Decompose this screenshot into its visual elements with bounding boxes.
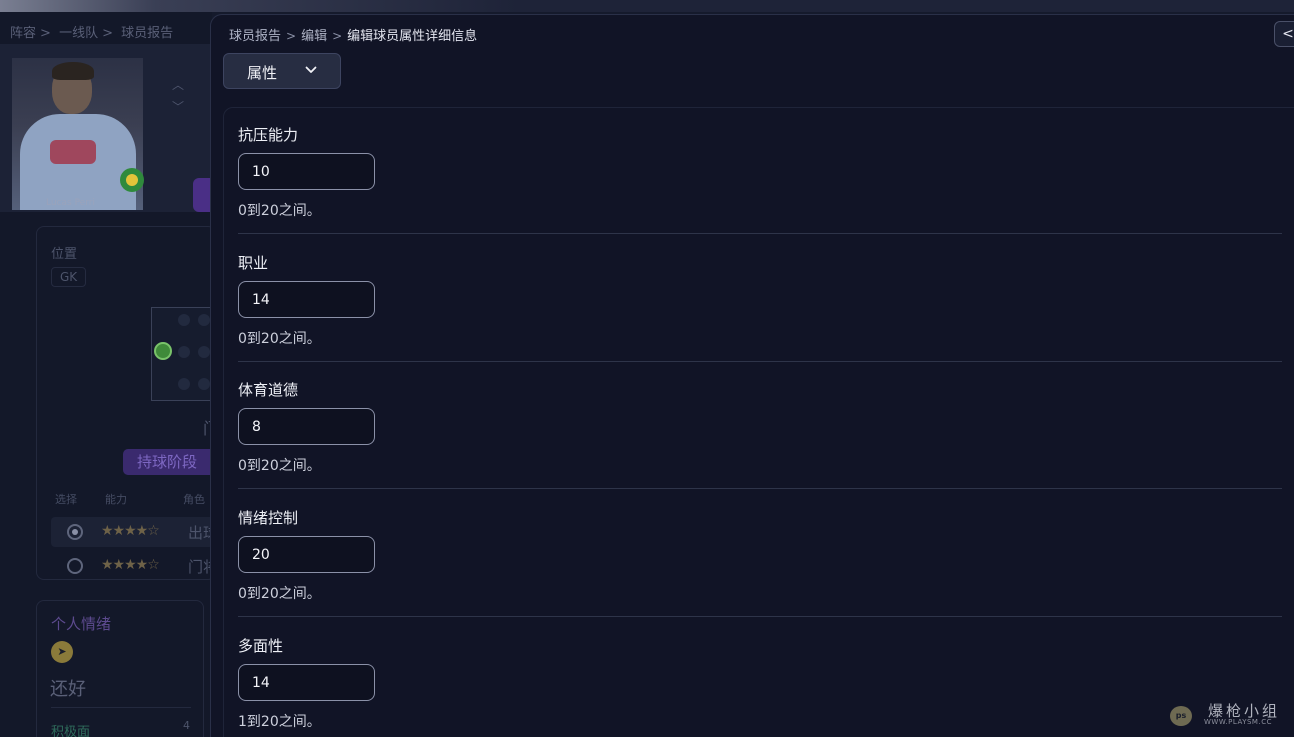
mood-positive-label: 积极面 — [51, 725, 91, 737]
field-label: 职业 — [238, 254, 269, 272]
chevron-down-icon — [305, 66, 317, 73]
collapse-panel-button[interactable]: < — [1274, 21, 1294, 47]
mood-title: 个人情绪 — [51, 615, 112, 633]
role-row[interactable]: ★★★★☆ 门将 — [51, 551, 212, 581]
crumb-player-report[interactable]: 球员报告 — [229, 29, 281, 44]
star-rating: ★★★★☆ — [101, 523, 160, 539]
background-breadcrumb: 阵容 > 一线队 > 球员报告 — [10, 26, 174, 41]
watermark-logo-icon: ps — [1170, 706, 1192, 726]
crumb-edit[interactable]: 编辑 — [301, 29, 327, 44]
role-row[interactable]: ★★★★☆ 出球 — [51, 517, 212, 547]
background-page: 阵容 > 一线队 > 球员报告 Lucas Perri ︿ ﹀ 位置 GK 门 … — [0, 12, 212, 737]
player-name: Lucas Perri — [46, 198, 95, 208]
nationality-flag-icon — [120, 168, 144, 192]
dropdown-label: 属性 — [247, 64, 278, 82]
field-label: 抗压能力 — [238, 126, 299, 144]
divider — [238, 233, 1282, 234]
star-rating: ★★★★☆ — [101, 557, 160, 573]
field-label: 情绪控制 — [238, 509, 299, 527]
phase-tab[interactable]: 持球阶段 — [123, 449, 212, 475]
bg-crumb-squad[interactable]: 阵容 — [10, 26, 36, 41]
divider — [238, 488, 1282, 489]
role-label: 门将 — [188, 558, 212, 576]
player-card: Lucas Perri ︿ ﹀ — [0, 44, 212, 212]
radio-selected-icon[interactable] — [67, 524, 83, 540]
field-hint: 0到20之间。 — [238, 331, 321, 347]
col-role: 角色 — [183, 493, 205, 506]
pressure-input[interactable] — [238, 153, 375, 190]
field-hint: 1到20之间。 — [238, 714, 321, 730]
attribute-category-dropdown[interactable]: 属性 — [223, 53, 341, 89]
attribute-field: 多面性 1到20之间。 — [238, 635, 1284, 737]
field-hint: 0到20之间。 — [238, 586, 321, 602]
watermark-url: WWW.PLAYSM.CC — [1204, 718, 1272, 726]
goalkeeper-position-dot — [154, 342, 172, 360]
field-hint: 0到20之间。 — [238, 203, 321, 219]
attribute-field: 职业 0到20之间。 — [238, 252, 1284, 380]
sportsmanship-input[interactable] — [238, 408, 375, 445]
field-label: 多面性 — [238, 637, 284, 655]
attribute-field: 抗压能力 0到20之间。 — [238, 124, 1284, 252]
col-select: 选择 — [55, 493, 77, 506]
col-ability: 能力 — [105, 493, 127, 506]
bg-crumb-player-report[interactable]: 球员报告 — [121, 26, 173, 41]
attributes-form: 抗压能力 0到20之间。 职业 0到20之间。 体育道德 0到20之间。 情绪控… — [223, 107, 1294, 737]
chevron-right-icon: > — [332, 29, 343, 43]
field-hint: 0到20之间。 — [238, 458, 321, 474]
mood-arrow-icon: ➤ — [51, 641, 73, 663]
divider — [238, 361, 1282, 362]
role-table-header: 选择 能力 角色 — [55, 491, 205, 507]
position-badge: GK — [51, 267, 87, 287]
chevron-right-icon: > — [286, 29, 297, 43]
field-label: 体育道德 — [238, 381, 299, 399]
mood-panel: 个人情绪 ➤ 还好 积极面 4 — [36, 600, 204, 737]
crumb-edit-attributes: 编辑球员属性详细信息 — [347, 29, 478, 44]
attribute-field: 体育道德 0到20之间。 — [238, 379, 1284, 507]
bg-crumb-first-team[interactable]: 一线队 — [59, 26, 98, 41]
radio-unselected-icon[interactable] — [67, 558, 83, 574]
player-nav-arrows[interactable]: ︿ ﹀ — [172, 74, 184, 118]
role-label: 出球 — [188, 524, 212, 542]
chevron-down-icon[interactable]: ﹀ — [172, 96, 184, 118]
versatility-input[interactable] — [238, 664, 375, 701]
window-top-strip — [0, 0, 1294, 12]
temperament-input[interactable] — [238, 536, 375, 573]
attribute-field: 情绪控制 0到20之间。 — [238, 507, 1284, 635]
position-panel: 位置 GK 门 持球阶段 选择 能力 角色 ★★★★☆ 出球 ★★★★☆ 门将 — [36, 226, 212, 580]
mood-status: 还好 — [50, 679, 86, 700]
mood-positive-count: 4 — [183, 719, 190, 732]
breadcrumb: 球员报告 > 编辑 > 编辑球员属性详细信息 — [229, 25, 477, 44]
position-label: 位置 — [51, 247, 78, 262]
divider — [238, 616, 1282, 617]
chevron-left-icon: < — [1282, 26, 1294, 42]
edit-attributes-panel: 球员报告 > 编辑 > 编辑球员属性详细信息 < 属性 抗压能力 0到20之间。 职业 … — [210, 14, 1294, 737]
chevron-up-icon[interactable]: ︿ — [172, 74, 184, 96]
pitch-diagram — [151, 307, 212, 401]
watermark: ps 爆枪小组 WWW.PLAYSM.CC — [1170, 700, 1290, 730]
professionalism-input[interactable] — [238, 281, 375, 318]
